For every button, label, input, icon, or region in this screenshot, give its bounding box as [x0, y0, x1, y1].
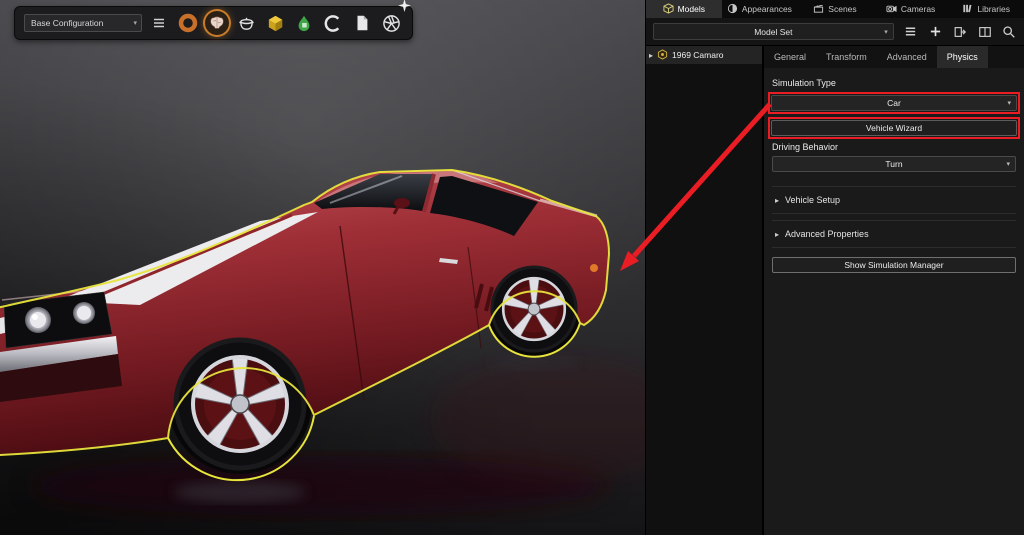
search-icon[interactable] — [1001, 24, 1017, 40]
simulation-type-dropdown[interactable]: Car ▾ — [771, 95, 1017, 111]
tab-models-label: Models — [678, 4, 705, 14]
brain-icon[interactable] — [205, 11, 229, 35]
variant-ring-icon[interactable] — [176, 11, 200, 35]
material-drop-icon[interactable] — [292, 11, 316, 35]
chevron-down-icon: ▾ — [884, 28, 888, 36]
pot-icon[interactable] — [234, 11, 258, 35]
library-books-icon — [962, 3, 973, 16]
annotation-highlight-vehicle-wizard: Vehicle Wizard — [768, 117, 1020, 139]
driving-behavior-dropdown[interactable]: Turn ▾ — [772, 156, 1016, 172]
models-cube-icon — [663, 3, 674, 16]
chevron-down-icon: ▾ — [1007, 99, 1011, 107]
driving-behavior-value: Turn — [885, 159, 902, 169]
tab-models[interactable]: Models — [646, 0, 722, 18]
camera-icon — [886, 3, 897, 16]
chevron-down-icon: ▾ — [1006, 160, 1010, 168]
tab-transform[interactable]: Transform — [816, 46, 877, 68]
model-set-row: Model Set ▾ — [646, 18, 1024, 46]
sparkle-icon — [398, 0, 411, 17]
section-advanced-properties[interactable]: ▸ Advanced Properties — [772, 220, 1016, 248]
list-options-icon[interactable] — [903, 24, 919, 40]
model-hexagon-icon — [657, 49, 668, 62]
model-set-dropdown[interactable]: Model Set ▾ — [653, 23, 894, 40]
list-icon[interactable] — [147, 11, 171, 35]
cube-icon[interactable] — [263, 11, 287, 35]
tab-cameras-label: Cameras — [901, 4, 935, 14]
viewport-toolbar: Base Configuration ▾ — [14, 6, 413, 40]
layout-panes-icon[interactable] — [977, 24, 993, 40]
tree-item-camaro[interactable]: ▸ 1969 Camaro — [646, 46, 762, 64]
add-icon[interactable] — [927, 24, 943, 40]
simulation-type-value: Car — [887, 98, 901, 108]
properties-panel: General Transform Advanced Physics Simul… — [764, 46, 1024, 535]
arc-rotate-icon[interactable] — [321, 11, 345, 35]
panel-main: ▸ 1969 Camaro General Transform Advanced… — [646, 46, 1024, 535]
tree-item-label: 1969 Camaro — [672, 50, 724, 60]
show-simulation-manager-button[interactable]: Show Simulation Manager — [772, 257, 1016, 273]
tab-scenes-label: Scenes — [828, 4, 856, 14]
tab-libraries[interactable]: Libraries — [948, 0, 1024, 18]
properties-tab-bar: General Transform Advanced Physics — [764, 46, 1024, 68]
tab-advanced[interactable]: Advanced — [877, 46, 937, 68]
vehicle-wizard-button[interactable]: Vehicle Wizard — [771, 120, 1017, 136]
tab-cameras[interactable]: Cameras — [873, 0, 949, 18]
simulation-type-label: Simulation Type — [772, 78, 1016, 88]
panel-tab-bar: Models Appearances Scenes — [646, 0, 1024, 18]
viewport-scene[interactable] — [0, 0, 645, 535]
tab-general[interactable]: General — [764, 46, 816, 68]
model-set-value: Model Set — [754, 27, 792, 37]
scene-tree-panel: ▸ 1969 Camaro — [646, 46, 764, 535]
annotation-highlight-simulation-type: Car ▾ — [768, 92, 1020, 114]
expand-caret-icon[interactable]: ▸ — [649, 51, 653, 60]
viewport-3d[interactable]: Base Configuration ▾ — [0, 0, 645, 535]
tab-physics[interactable]: Physics — [937, 46, 988, 68]
collapse-caret-icon: ▸ — [775, 196, 779, 205]
appearance-sphere-icon — [727, 3, 738, 16]
export-icon[interactable] — [952, 24, 968, 40]
page-icon[interactable] — [350, 11, 374, 35]
application-window: Base Configuration ▾ — [0, 0, 1024, 535]
configuration-dropdown[interactable]: Base Configuration ▾ — [24, 14, 142, 32]
section-vehicle-setup[interactable]: ▸ Vehicle Setup — [772, 186, 1016, 214]
chevron-down-icon: ▾ — [133, 19, 137, 27]
configuration-dropdown-value: Base Configuration — [31, 18, 103, 28]
tab-scenes[interactable]: Scenes — [797, 0, 873, 18]
tab-appearances[interactable]: Appearances — [722, 0, 798, 18]
tab-appearances-label: Appearances — [742, 4, 792, 14]
collapse-caret-icon: ▸ — [775, 230, 779, 239]
tab-libraries-label: Libraries — [977, 4, 1010, 14]
driving-behavior-label: Driving Behavior — [772, 142, 1016, 152]
scene-clapper-icon — [813, 3, 824, 16]
physics-tab-content: Simulation Type Car ▾ Vehicle Wizard Dri… — [764, 68, 1024, 273]
right-panel: Models Appearances Scenes — [645, 0, 1024, 535]
